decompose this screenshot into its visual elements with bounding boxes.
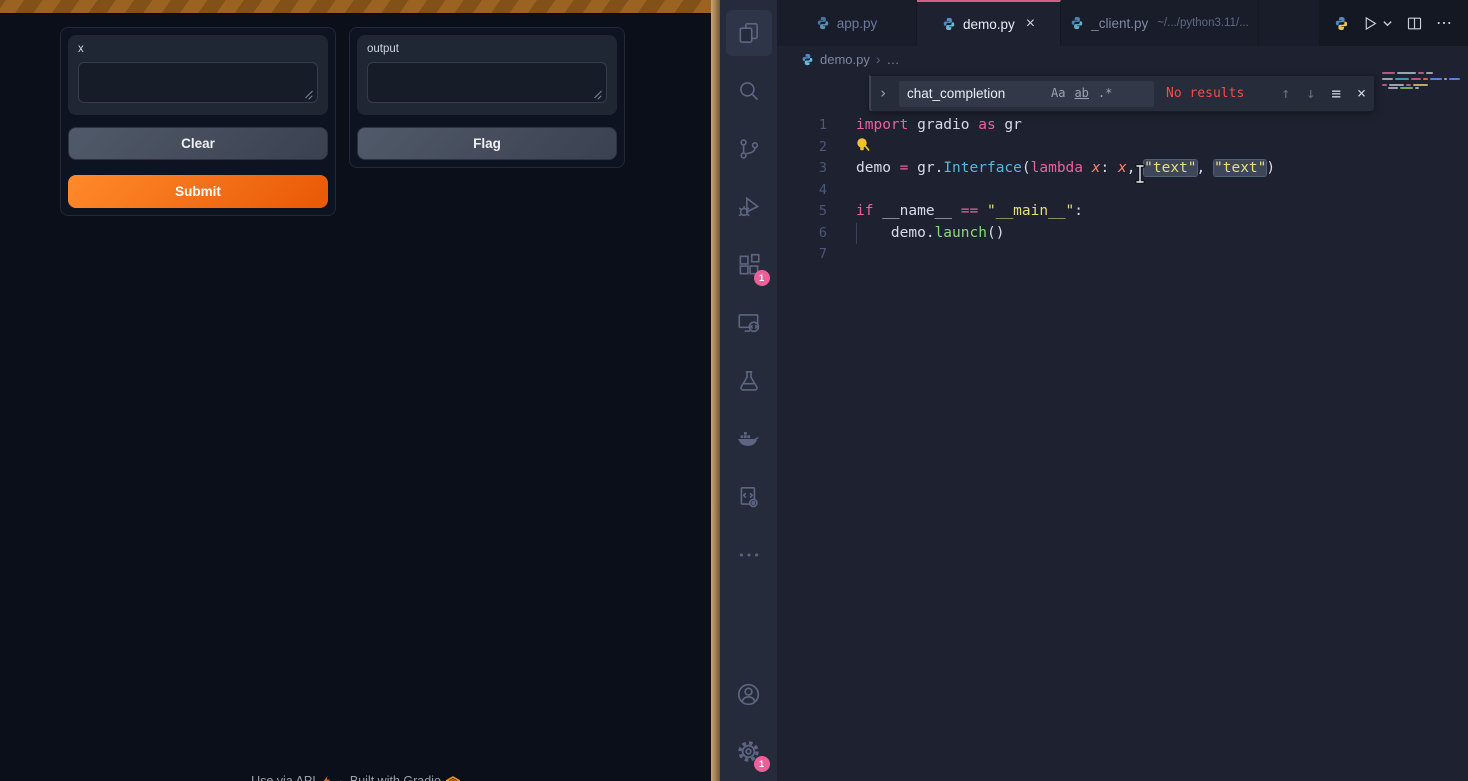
python-interpreter-icon[interactable] — [1334, 16, 1349, 31]
docker-icon[interactable] — [726, 416, 772, 462]
tab-label: demo.py — [963, 17, 1015, 32]
accounts-icon[interactable] — [726, 671, 772, 717]
breadcrumb-separator: › — [876, 51, 881, 67]
python-file-icon — [1070, 16, 1084, 30]
testing-icon[interactable] — [726, 358, 772, 404]
breadcrumb-more[interactable]: … — [887, 52, 900, 67]
run-debug-icon[interactable] — [726, 184, 772, 230]
input-panel: x Clear Submit — [60, 27, 336, 216]
more-views-icon[interactable] — [726, 532, 772, 578]
breadcrumb-file[interactable]: demo.py — [820, 52, 870, 67]
tab-file-path: ~/.../python3.11/... — [1157, 17, 1249, 29]
extensions-icon[interactable]: 1 — [726, 242, 772, 288]
breadcrumb: demo.py › … — [777, 46, 1468, 72]
use-via-api-link[interactable]: Use via API — [251, 774, 332, 781]
source-control-icon[interactable] — [726, 126, 772, 172]
flag-button[interactable]: Flag — [357, 127, 617, 160]
clear-button[interactable]: Clear — [68, 127, 328, 160]
api-bolt-icon — [321, 775, 332, 781]
output-block: output — [357, 35, 617, 115]
code-line[interactable]: 2 — [777, 137, 1468, 159]
tab-client-py[interactable]: _client.py ~/.../python3.11/... — [1061, 0, 1259, 46]
code-line[interactable]: 7 — [777, 244, 1468, 266]
input-block: x — [68, 35, 328, 115]
editor-actions: ⋯ — [1319, 0, 1468, 46]
find-close-icon[interactable]: × — [1357, 83, 1366, 105]
line-number: 2 — [777, 137, 827, 159]
settings-badge: 1 — [754, 756, 770, 772]
code-line[interactable]: 4 — [777, 180, 1468, 202]
line-number: 6 — [777, 223, 827, 245]
code-editor[interactable]: › Aa ab .* No results ↑ ↓ ≡ × — [777, 72, 1468, 781]
tab-bar: app.py demo.py × _client.py — [777, 0, 1468, 46]
split-editor-icon[interactable] — [1406, 15, 1423, 32]
input-textarea[interactable] — [78, 62, 318, 103]
line-number: 4 — [777, 180, 827, 202]
input-label: x — [78, 43, 318, 55]
editor-zone: app.py demo.py × _client.py — [777, 0, 1468, 781]
find-input-box: Aa ab .* — [899, 81, 1154, 107]
progress-stripe-bar — [0, 0, 711, 14]
find-previous-icon[interactable]: ↑ — [1281, 83, 1290, 105]
whole-word-icon[interactable]: ab — [1074, 83, 1088, 105]
code-line[interactable]: 1import gradio as gr — [777, 115, 1468, 137]
dev-container-icon[interactable] — [726, 474, 772, 520]
tab-label: _client.py — [1091, 16, 1148, 31]
gradio-interface: x Clear Submit output — [0, 14, 711, 216]
code-line[interactable]: 5if __name__ == "__main__": — [777, 201, 1468, 223]
line-number: 5 — [777, 201, 827, 223]
minimap[interactable] — [1382, 72, 1456, 172]
more-actions-icon[interactable]: ⋯ — [1436, 13, 1453, 33]
quick-fix-lightbulb-icon[interactable] — [856, 137, 870, 153]
gradio-footer: Use via API · Built with Gradio — [0, 774, 711, 781]
remote-explorer-icon[interactable] — [726, 300, 772, 346]
output-panel: output Flag — [349, 27, 625, 168]
use-via-api-label: Use via API — [251, 774, 316, 781]
find-widget: › Aa ab .* No results ↑ ↓ ≡ × — [869, 75, 1375, 112]
code-lines: 1import gradio as gr23demo = gr.Interfac… — [777, 115, 1468, 266]
footer-separator: · — [339, 774, 343, 781]
tab-demo-py[interactable]: demo.py × — [917, 0, 1061, 46]
run-python-file-icon[interactable] — [1362, 15, 1379, 32]
find-next-icon[interactable]: ↓ — [1306, 83, 1315, 105]
find-input[interactable] — [907, 86, 1042, 101]
line-number: 1 — [777, 115, 827, 137]
output-label: output — [367, 43, 607, 55]
screen: x Clear Submit output — [0, 0, 1468, 781]
code-line[interactable]: 6 demo.launch() — [777, 223, 1468, 245]
regex-icon[interactable]: .* — [1098, 83, 1112, 105]
python-file-icon — [801, 53, 814, 66]
gradio-app-pane: x Clear Submit output — [0, 0, 711, 781]
built-with-gradio-link[interactable]: Built with Gradio — [350, 774, 460, 781]
line-number: 3 — [777, 158, 827, 180]
submit-button[interactable]: Submit — [68, 175, 328, 208]
built-with-gradio-label: Built with Gradio — [350, 774, 441, 781]
settings-gear-icon[interactable]: 1 — [726, 728, 772, 774]
line-number: 7 — [777, 244, 827, 266]
tab-close-icon[interactable]: × — [1026, 16, 1035, 32]
extensions-badge: 1 — [754, 270, 770, 286]
python-file-icon — [942, 17, 956, 31]
find-results-status: No results — [1166, 83, 1244, 105]
run-dropdown-chevron-icon[interactable] — [1382, 18, 1393, 29]
window-resize-sash[interactable] — [711, 0, 720, 781]
explorer-icon[interactable] — [726, 10, 772, 56]
search-icon[interactable] — [726, 68, 772, 114]
tab-app-py[interactable]: app.py — [777, 0, 917, 46]
tab-label: app.py — [837, 16, 878, 31]
output-textarea[interactable] — [367, 62, 607, 103]
code-line[interactable]: 3demo = gr.Interface(lambda x: x, "text"… — [777, 158, 1468, 180]
python-file-icon — [816, 16, 830, 30]
match-case-icon[interactable]: Aa — [1051, 83, 1065, 105]
activity-bar: 1 — [720, 0, 777, 781]
find-expand-chevron-icon[interactable]: › — [875, 83, 891, 105]
gradio-logo-icon — [446, 776, 460, 781]
vscode-pane: 1 — [720, 0, 1468, 781]
find-in-selection-icon[interactable]: ≡ — [1331, 83, 1341, 105]
